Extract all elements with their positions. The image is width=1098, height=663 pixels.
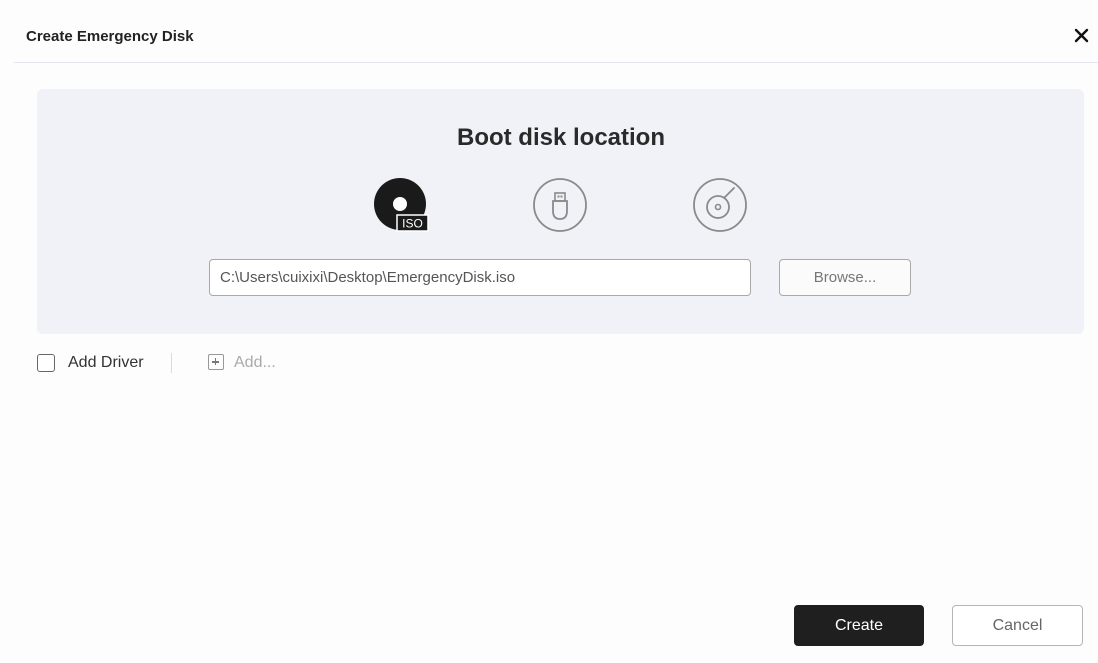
add-driver-label[interactable]: Add Driver	[68, 354, 144, 372]
dialog-title: Create Emergency Disk	[26, 28, 194, 45]
usb-drive-icon[interactable]	[532, 178, 592, 238]
driver-separator	[171, 353, 172, 373]
cancel-button[interactable]: Cancel	[952, 605, 1083, 646]
title-divider	[14, 62, 1098, 63]
iso-badge: ISO	[402, 217, 423, 231]
dialog-titlebar: Create Emergency Disk	[0, 0, 1098, 62]
add-driver-checkbox[interactable]	[37, 354, 55, 372]
add-driver-button[interactable]: Add...	[234, 354, 276, 372]
cd-disc-icon[interactable]	[691, 178, 751, 238]
browse-button[interactable]: Browse...	[779, 259, 911, 296]
plus-box-icon[interactable]	[208, 354, 224, 370]
close-icon[interactable]	[1071, 25, 1093, 47]
disk-path-input[interactable]	[209, 259, 751, 296]
iso-disk-icon[interactable]: ISO	[373, 177, 433, 237]
boot-location-heading: Boot disk location	[456, 124, 665, 151]
create-button[interactable]: Create	[794, 605, 924, 646]
